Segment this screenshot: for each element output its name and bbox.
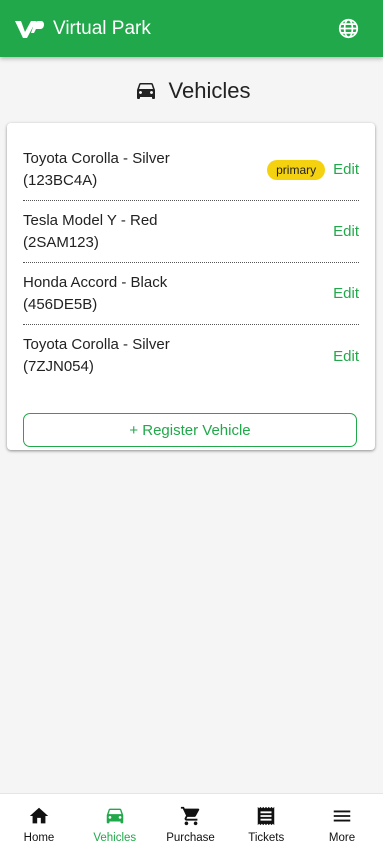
- app-root: Virtual Park Vehicles Toyota Corolla - S…: [0, 0, 383, 853]
- vehicle-description: Tesla Model Y - Red (2SAM123): [23, 210, 333, 254]
- cart-icon: [180, 805, 202, 827]
- vehicle-plate: (2SAM123): [23, 233, 99, 251]
- primary-badge: primary: [267, 159, 326, 180]
- brand-name: Virtual Park: [53, 17, 151, 39]
- vehicle-plate: (7ZJN054): [23, 358, 94, 375]
- edit-vehicle-link[interactable]: Edit: [333, 285, 359, 302]
- vehicle-row: Toyota Corolla - Silver (123BC4A) primar…: [23, 139, 359, 201]
- nav-label: Purchase: [166, 832, 215, 844]
- nav-item-tickets[interactable]: Tickets: [237, 794, 295, 853]
- nav-item-purchase[interactable]: Purchase: [162, 794, 220, 853]
- globe-icon[interactable]: [338, 18, 359, 39]
- nav-label: More: [328, 832, 356, 844]
- vehicle-name: Toyota Corolla - Silver: [23, 336, 170, 353]
- vehicle-plate: (123BC4A): [23, 171, 98, 189]
- vehicle-description: Honda Accord - Black (456DE5B): [23, 272, 333, 316]
- vehicle-name: Honda Accord - Black: [23, 273, 168, 291]
- vehicle-row: Honda Accord - Black (456DE5B) Edit: [23, 263, 359, 325]
- nav-label: Tickets: [248, 832, 285, 844]
- vehicle-description: Toyota Corolla - Silver (123BC4A): [23, 148, 267, 192]
- menu-icon: [331, 805, 353, 827]
- page-title: Vehicles: [168, 78, 251, 103]
- page-title-row: Vehicles: [0, 76, 383, 106]
- vehicle-description: Toyota Corolla - Silver (7ZJN054): [23, 334, 333, 378]
- nav-item-vehicles[interactable]: Vehicles: [86, 794, 144, 853]
- edit-vehicle-link[interactable]: Edit: [333, 161, 359, 178]
- vehicle-plate: (456DE5B): [23, 295, 98, 313]
- vehicles-card: Toyota Corolla - Silver (123BC4A) primar…: [7, 123, 375, 450]
- vehicle-row: Toyota Corolla - Silver (7ZJN054) Edit: [23, 325, 359, 387]
- register-vehicle-button[interactable]: + Register Vehicle: [23, 413, 357, 447]
- nav-item-home[interactable]: Home: [10, 794, 68, 853]
- receipt-icon: [255, 805, 277, 827]
- edit-vehicle-link[interactable]: Edit: [333, 348, 359, 365]
- vehicle-name: Toyota Corolla - Silver: [23, 149, 170, 167]
- virtual-park-logo-icon[interactable]: [14, 17, 46, 41]
- edit-vehicle-link[interactable]: Edit: [333, 223, 359, 240]
- nav-label: Home: [23, 832, 55, 844]
- car-icon: [133, 79, 159, 103]
- vehicle-name: Tesla Model Y - Red: [23, 211, 158, 229]
- bottom-nav: Home Vehicles Purchase Tickets More: [0, 793, 383, 853]
- app-header: Virtual Park: [0, 0, 383, 57]
- car-icon: [104, 805, 126, 827]
- home-icon: [28, 805, 50, 827]
- vehicle-row: Tesla Model Y - Red (2SAM123) Edit: [23, 201, 359, 263]
- nav-label: Vehicles: [93, 832, 137, 844]
- nav-item-more[interactable]: More: [313, 794, 371, 853]
